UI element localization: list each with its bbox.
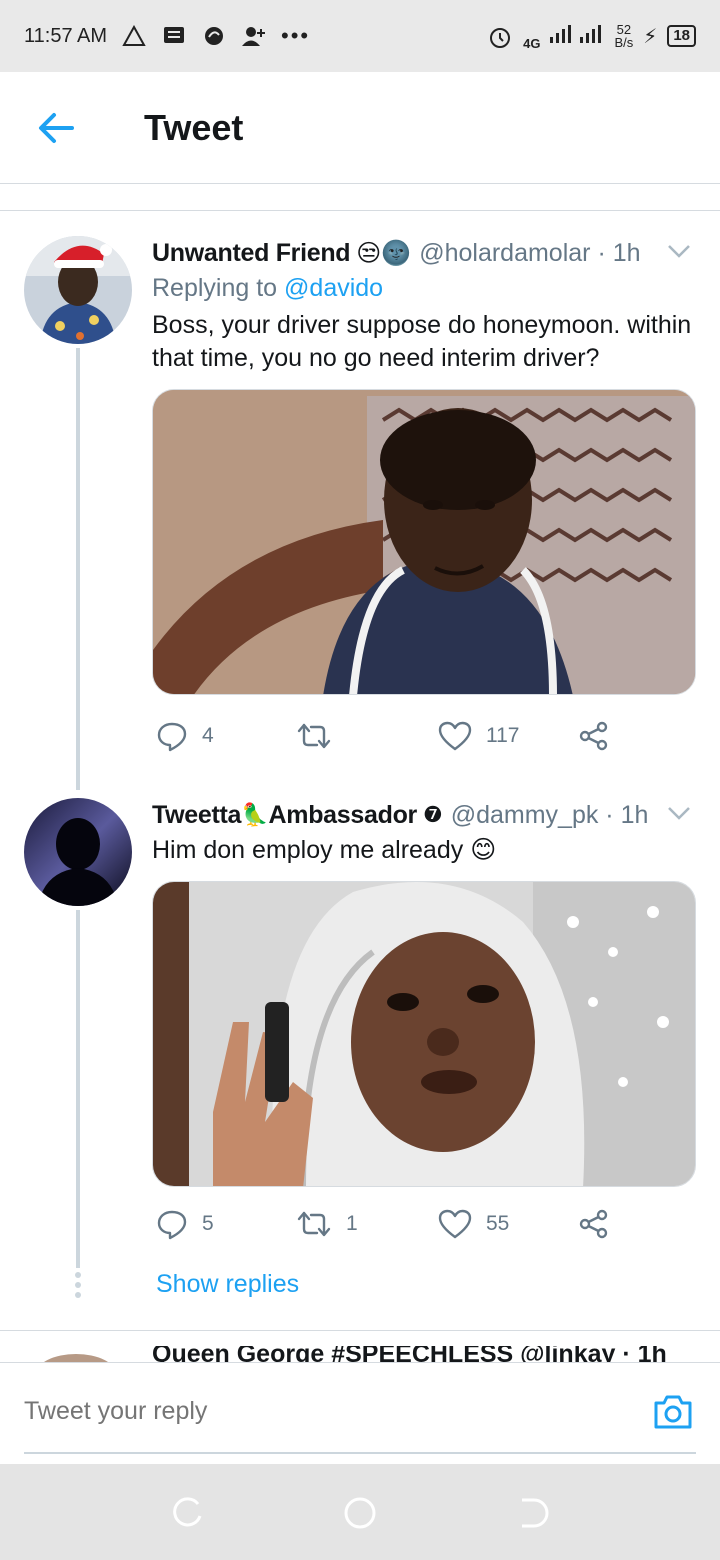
back-arrow-icon xyxy=(39,112,74,143)
author-badge: ❼ xyxy=(422,802,443,827)
author-name[interactable]: Unwanted Friend xyxy=(152,239,351,268)
status-bar: 11:57 AM ••• 4G 52 B/s ⚡ 18 xyxy=(0,0,720,72)
share-button[interactable] xyxy=(578,720,610,752)
like-count: 55 xyxy=(486,1212,510,1235)
retweet-button[interactable]: 1 xyxy=(296,1209,358,1239)
recent-apps-icon xyxy=(173,1497,202,1527)
show-replies-link[interactable]: Show replies xyxy=(156,1270,299,1299)
heart-icon xyxy=(438,1209,472,1239)
home-icon xyxy=(344,1497,376,1529)
author-handle: @dammy_pk · 1h xyxy=(450,800,649,829)
reply-icon xyxy=(157,1210,187,1240)
share-button[interactable] xyxy=(578,1208,610,1240)
reply-composer xyxy=(0,1362,720,1464)
tweet-actions: 4 117 xyxy=(152,716,692,756)
next-tweet-preview[interactable]: Queen George #SPEECHLESS @linkay · 1h xyxy=(0,1346,720,1362)
tweet-text: Boss, your driver suppose do honeymoon. … xyxy=(152,311,692,372)
tweet-author-row[interactable]: Tweetta 🦜 Ambassador ❼ @dammy_pk · 1h xyxy=(152,798,696,832)
tweet-options-button[interactable] xyxy=(666,238,692,264)
tweet-author-row[interactable]: Unwanted Friend 😒🌚 @holardamolar · 1h xyxy=(152,236,696,270)
author-handle: @holardamolar · 1h xyxy=(419,238,641,267)
input-underline xyxy=(24,1452,696,1454)
add-user-icon xyxy=(241,25,267,47)
reply-count: 4 xyxy=(202,724,214,747)
battery-level: 18 xyxy=(667,25,696,47)
app-header: Tweet xyxy=(0,72,720,184)
message-icon xyxy=(161,25,187,47)
replying-to-link[interactable]: @davido xyxy=(284,274,383,302)
thread-line xyxy=(76,348,80,790)
avatar[interactable] xyxy=(24,798,132,906)
tweet-actions: 5 1 55 xyxy=(152,1204,692,1244)
system-nav-bar xyxy=(0,1464,720,1560)
author-name-part1[interactable]: Tweetta xyxy=(152,801,241,830)
divider xyxy=(0,210,720,211)
network-speed-unit: B/s xyxy=(614,35,634,50)
retweet-icon xyxy=(297,1211,331,1237)
back-button[interactable] xyxy=(0,72,112,184)
charging-icon: ⚡ xyxy=(643,25,658,48)
tweet-options-button[interactable] xyxy=(666,800,692,826)
avatar[interactable] xyxy=(24,236,132,344)
share-icon xyxy=(579,721,608,751)
network-speed: 52 B/s xyxy=(614,23,633,49)
reply-count: 5 xyxy=(202,1212,214,1235)
reply-button[interactable]: 4 xyxy=(156,720,214,752)
warning-icon xyxy=(121,24,147,47)
page-title: Tweet xyxy=(144,106,244,148)
author-name-part2[interactable]: Ambassador xyxy=(269,801,418,830)
like-button[interactable]: 117 xyxy=(438,721,519,751)
chevron-down-icon xyxy=(668,807,690,820)
recent-apps-button[interactable] xyxy=(170,1496,204,1530)
more-notifications-icon: ••• xyxy=(281,23,311,48)
retweet-button[interactable] xyxy=(296,721,346,751)
heart-icon xyxy=(438,721,472,751)
smile-emoji: 😊 xyxy=(470,836,497,864)
back-nav-button[interactable] xyxy=(516,1496,550,1530)
replying-to: Replying to @davido xyxy=(152,274,696,303)
avatar[interactable] xyxy=(36,1354,116,1362)
chevron-down-icon xyxy=(668,245,690,258)
thread-dots xyxy=(74,1272,82,1302)
like-button[interactable]: 55 xyxy=(438,1209,509,1239)
like-count: 117 xyxy=(486,724,520,747)
status-time: 11:57 AM xyxy=(24,24,108,47)
camera-icon xyxy=(654,1395,692,1429)
network-type: 4G xyxy=(523,35,541,51)
share-icon xyxy=(579,1209,608,1239)
tweet-image[interactable] xyxy=(152,389,696,695)
author-name-emojis: 😒🌚 xyxy=(356,239,412,267)
reply-icon xyxy=(157,722,187,752)
signal-icon xyxy=(550,23,604,50)
tweet-image[interactable] xyxy=(152,881,696,1187)
app-notification-icon xyxy=(201,25,227,47)
alarm-icon xyxy=(487,25,513,48)
home-button[interactable] xyxy=(343,1496,377,1530)
reply-input[interactable] xyxy=(24,1391,624,1431)
tweet-text: Him don employ me already xyxy=(152,836,464,864)
retweet-count: 1 xyxy=(346,1212,358,1235)
next-tweet-author: Queen George #SPEECHLESS @linkay · 1h xyxy=(152,1346,667,1362)
retweet-icon xyxy=(297,723,331,749)
divider xyxy=(0,1330,720,1331)
thread-line xyxy=(76,910,80,1268)
parrot-emoji: 🦜 xyxy=(241,802,269,827)
replying-to-label: Replying to xyxy=(152,274,278,302)
camera-button[interactable] xyxy=(652,1391,694,1433)
tweet-text-row: Him don employ me already 😊 xyxy=(152,834,696,867)
reply-button[interactable]: 5 xyxy=(156,1208,214,1240)
back-nav-icon xyxy=(522,1498,549,1528)
